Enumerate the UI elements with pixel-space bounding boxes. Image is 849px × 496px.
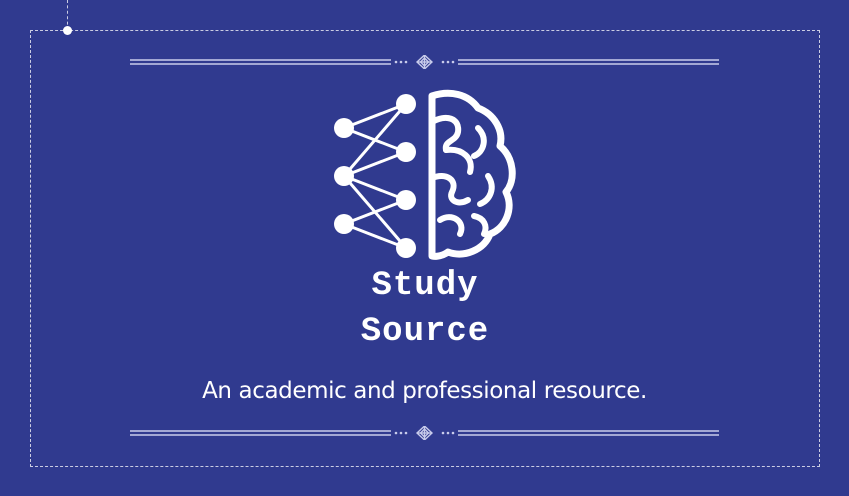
diamond-ornament-icon <box>415 55 434 69</box>
logo-title-line-1: Study <box>371 267 479 305</box>
bottom-divider <box>130 426 719 440</box>
selection-rotate-handle[interactable] <box>63 26 72 35</box>
logo-title-line-2: Source <box>360 313 490 351</box>
brain-network-icon <box>334 89 516 260</box>
top-divider <box>130 55 719 69</box>
design-canvas: Study Source An academic and professiona… <box>0 0 849 496</box>
logo-tagline: An academic and professional resource. <box>202 378 647 404</box>
diamond-ornament-icon <box>415 426 434 440</box>
